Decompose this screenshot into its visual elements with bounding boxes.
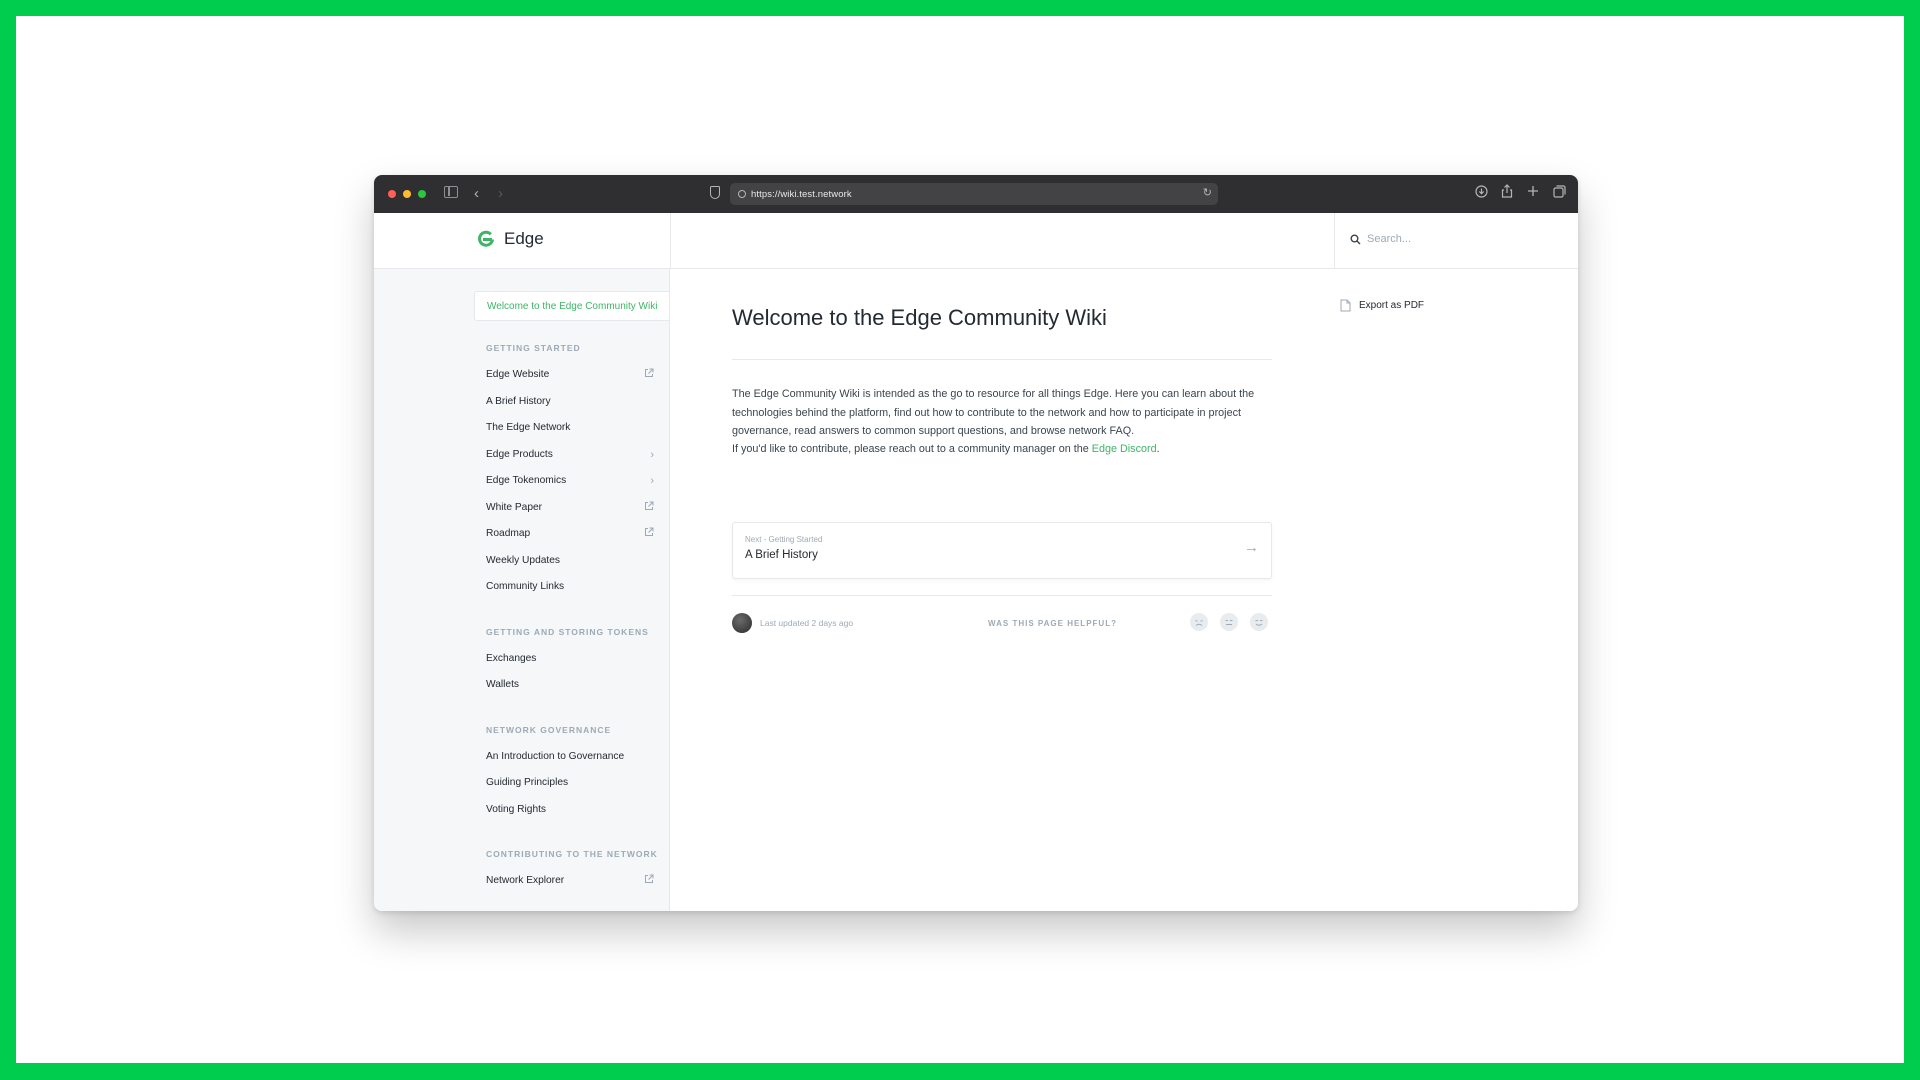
sidebar-item-the-edge-network[interactable]: The Edge Network (474, 415, 669, 442)
sidebar-item-weekly-updates[interactable]: Weekly Updates (474, 548, 669, 575)
new-tab-icon[interactable] (1526, 184, 1540, 198)
external-link-icon (644, 868, 654, 895)
brand-name: Edge (504, 229, 544, 248)
sidebar-item-label: Network Explorer (486, 875, 565, 886)
main-content: Welcome to the Edge Community Wiki The E… (670, 269, 1578, 911)
sad-face-icon[interactable] (1190, 613, 1208, 631)
sidebar-item-label: White Paper (486, 501, 543, 513)
nav-list: Welcome to the Edge Community Wiki GETTI… (474, 291, 669, 895)
arrow-right-icon: → (1244, 539, 1259, 556)
footer-divider (732, 595, 1272, 596)
sidebar-item-label: Edge Products (486, 448, 553, 460)
sidebar-item-label: Voting Rights (486, 803, 547, 815)
export-pdf-label: Export as PDF (1359, 300, 1425, 311)
sidebar-item-label: Exchanges (486, 652, 537, 664)
sidebar-item-guiding-principles[interactable]: Guiding Principles (474, 770, 669, 797)
edge-discord-link[interactable]: Edge Discord (1092, 443, 1157, 455)
last-updated: Last updated 2 days ago (760, 618, 854, 628)
sidebar-item-edge-tokenomics[interactable]: Edge Tokenomics › (474, 468, 669, 495)
external-link-icon (644, 495, 654, 522)
reload-icon[interactable]: ↻ (1203, 186, 1212, 199)
forward-arrow-icon[interactable]: › (498, 185, 503, 202)
edge-logo-icon (478, 230, 494, 247)
url-text[interactable]: https://wiki.test.network (751, 189, 852, 200)
sidebar-item-label: An Introduction to Governance (486, 750, 625, 762)
sidebar-item-label: Edge Website (486, 369, 550, 380)
intro-paragraph: The Edge Community Wiki is intended as t… (732, 388, 1255, 437)
sidebar-section-heading: GETTING AND STORING TOKENS (486, 626, 649, 637)
tab-overview-icon[interactable] (1552, 184, 1566, 198)
header-divider (1334, 213, 1335, 269)
sidebar-item-a-brief-history[interactable]: A Brief History (474, 389, 669, 416)
sidebar-item-white-paper[interactable]: White Paper (474, 495, 669, 522)
sidebar-toggle-icon[interactable] (444, 186, 458, 198)
next-page-title: A Brief History (745, 549, 818, 561)
download-icon[interactable] (1474, 184, 1488, 198)
sidebar-item-label: Guiding Principles (486, 777, 569, 788)
sidebar-item-wallets[interactable]: Wallets (474, 672, 669, 699)
sidebar-item-voting-rights[interactable]: Voting Rights (474, 797, 669, 824)
next-page-card[interactable]: Next - Getting Started A Brief History → (732, 522, 1272, 579)
back-arrow-icon[interactable]: ‹ (474, 185, 479, 202)
privacy-shield-icon[interactable] (710, 186, 720, 199)
sidebar-item-edge-website[interactable]: Edge Website (474, 362, 669, 389)
minimize-window-button[interactable] (403, 190, 411, 198)
neutral-face-icon[interactable] (1220, 613, 1238, 631)
header-divider (670, 213, 671, 269)
window-controls (388, 190, 426, 198)
sidebar-item-label: Edge Tokenomics (486, 475, 567, 486)
maximize-window-button[interactable] (418, 190, 426, 198)
background-canvas: ‹ › https://wiki.test.network ↻ Edge Sea… (16, 16, 1904, 1063)
sidebar-item-label: Community Links (486, 581, 565, 592)
search-placeholder: Search... (1367, 233, 1412, 245)
external-link-icon (644, 362, 654, 389)
sidebar-item-label: Wallets (486, 679, 520, 690)
sidebar-item-edge-products[interactable]: Edge Products › (474, 442, 669, 469)
next-page-label: Next - Getting Started (745, 535, 823, 544)
search-icon (1350, 234, 1361, 244)
sidebar-section-heading: NETWORK GOVERNANCE (486, 724, 612, 735)
contribute-paragraph: If you'd like to contribute, please reac… (732, 440, 1277, 459)
browser-actions (1474, 184, 1566, 198)
chevron-right-icon: › (650, 448, 654, 461)
export-pdf-button[interactable]: Export as PDF (1340, 299, 1424, 312)
site-info-icon (738, 190, 746, 198)
sidebar-section-heading: CONTRIBUTING TO THE NETWORK (486, 849, 658, 859)
chevron-right-icon: › (650, 475, 654, 487)
site-header: Edge Search... (374, 213, 1578, 269)
avatar (732, 613, 752, 633)
search-input[interactable]: Search... (1350, 233, 1411, 245)
sidebar-item-community-links[interactable]: Community Links (474, 574, 669, 601)
sidebar-item-exchanges[interactable]: Exchanges (474, 646, 669, 673)
sidebar-item-roadmap[interactable]: Roadmap (474, 521, 669, 548)
address-bar[interactable]: https://wiki.test.network ↻ (730, 183, 1218, 205)
sidebar-nav: Welcome to the Edge Community Wiki GETTI… (374, 269, 670, 911)
page-title: Welcome to the Edge Community Wiki (732, 305, 1107, 330)
feedback-options (1190, 613, 1268, 631)
sidebar-item-network-explorer[interactable]: Network Explorer (474, 868, 669, 895)
pdf-file-icon (1340, 299, 1351, 312)
sidebar-item-label: The Edge Network (486, 422, 571, 433)
sidebar-item-label: Weekly Updates (486, 554, 560, 566)
sidebar-item-label: Roadmap (486, 528, 531, 539)
browser-window: ‹ › https://wiki.test.network ↻ Edge Sea… (374, 175, 1578, 911)
share-icon[interactable] (1500, 184, 1514, 198)
contribute-text: If you'd like to contribute, please reac… (732, 443, 1092, 455)
external-link-icon (644, 521, 654, 548)
sidebar-item-label: A Brief History (486, 395, 551, 407)
sidebar-item-an-introduction-to-governance[interactable]: An Introduction to Governance (474, 744, 669, 771)
sidebar-item-welcome[interactable]: Welcome to the Edge Community Wiki (474, 291, 669, 321)
sidebar-section-heading: GETTING STARTED (486, 343, 581, 353)
helpful-prompt: WAS THIS PAGE HELPFUL? (988, 619, 1117, 628)
happy-face-icon[interactable] (1250, 613, 1268, 631)
brand-logo[interactable]: Edge (476, 229, 544, 249)
contribute-suffix: . (1156, 443, 1160, 455)
close-window-button[interactable] (388, 190, 396, 198)
title-divider (732, 359, 1272, 360)
browser-toolbar: ‹ › https://wiki.test.network ↻ (374, 175, 1578, 213)
